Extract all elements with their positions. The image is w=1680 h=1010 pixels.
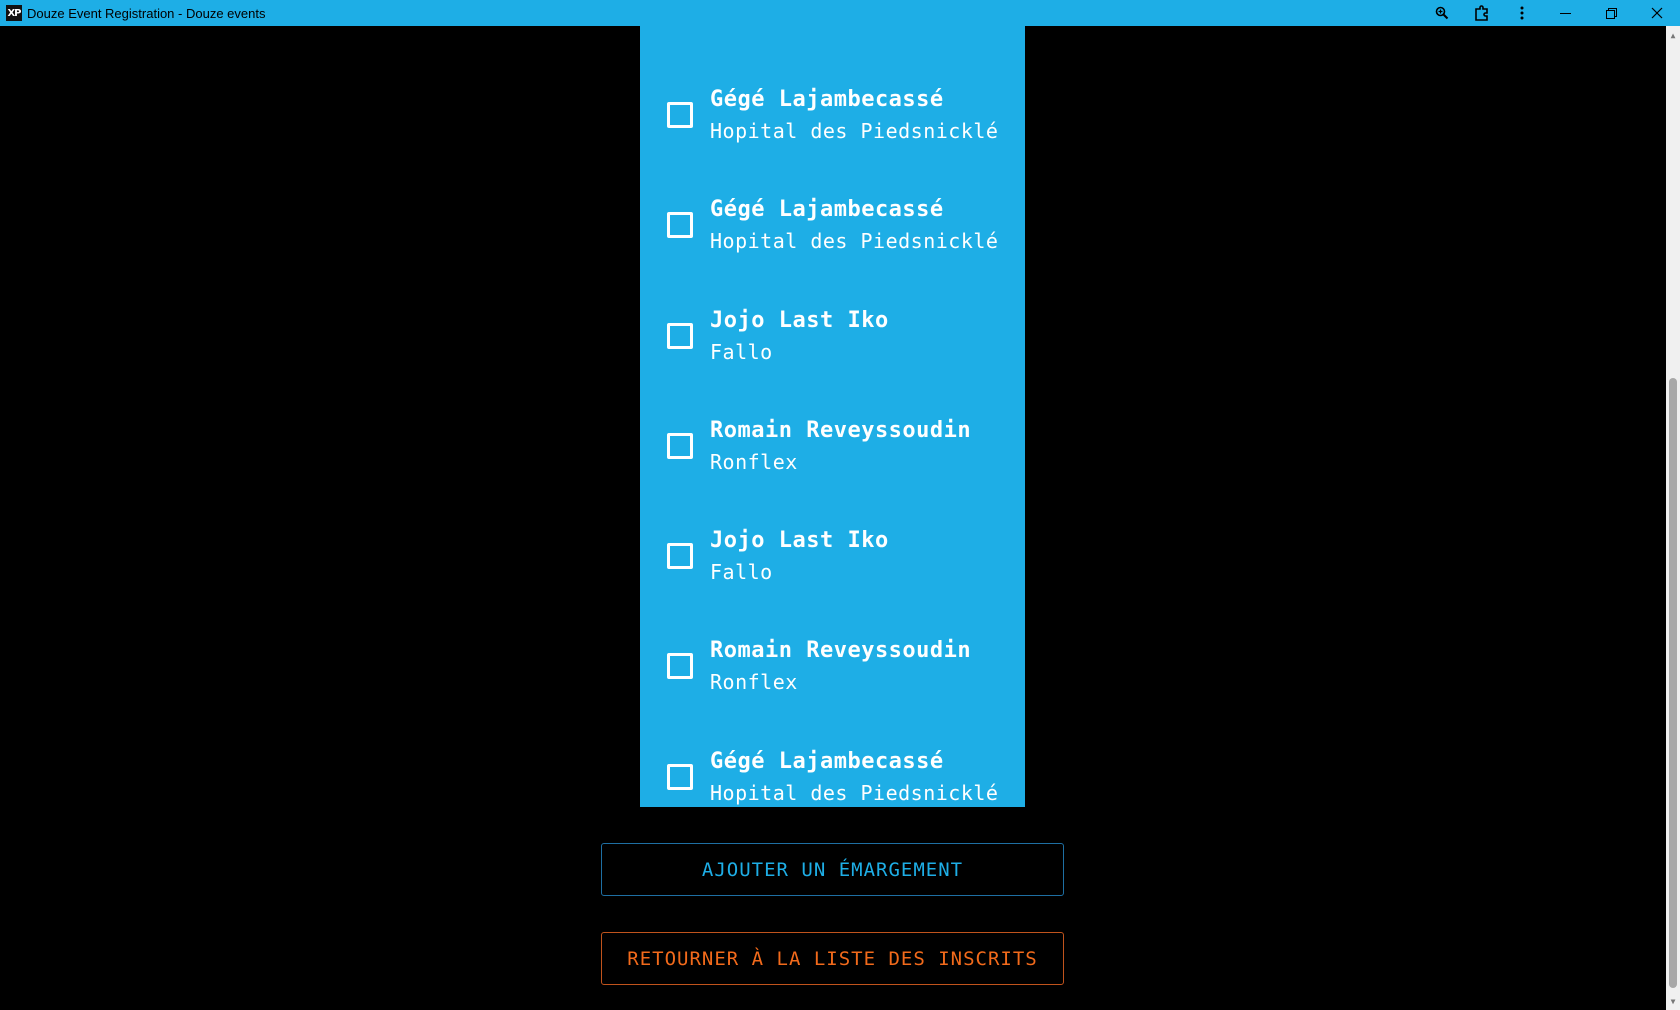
extensions-icon[interactable] [1462, 0, 1502, 26]
attendee-organization: Hopital des Piedsnicklé [710, 229, 999, 253]
attendee-organization: Ronflex [710, 670, 798, 694]
main-content: Gégé Lajambecassé Hopital des Piedsnickl… [0, 26, 1666, 1010]
close-icon[interactable] [1634, 0, 1680, 26]
app-logo-icon: XP [6, 5, 22, 21]
attendee-checkbox[interactable] [667, 212, 693, 238]
list-item[interactable]: Romain Reveyssoudin Ronflex [640, 611, 1025, 721]
attendee-organization: Ronflex [710, 450, 798, 474]
attendee-checkbox[interactable] [667, 102, 693, 128]
attendee-name: Gégé Lajambecassé [710, 87, 944, 112]
list-item[interactable]: Jojo Last Iko Fallo [640, 281, 1025, 391]
list-item[interactable]: Gégé Lajambecassé Hopital des Piedsnickl… [640, 60, 1025, 170]
attendee-organization: Hopital des Piedsnicklé [710, 781, 999, 805]
minimize-icon[interactable] [1542, 0, 1588, 26]
attendee-organization: Hopital des Piedsnicklé [710, 119, 999, 143]
attendee-name: Romain Reveyssoudin [710, 418, 972, 443]
attendee-list: Gégé Lajambecassé Hopital des Piedsnickl… [640, 26, 1025, 807]
attendee-organization: Fallo [710, 340, 773, 364]
kebab-menu-icon[interactable] [1502, 0, 1542, 26]
add-signature-button[interactable]: AJOUTER UN ÉMARGEMENT [601, 843, 1064, 896]
attendee-name: Gégé Lajambecassé [710, 749, 944, 774]
scrollbar-thumb[interactable] [1669, 378, 1677, 988]
attendee-checkbox[interactable] [667, 764, 693, 790]
window-title: Douze Event Registration - Douze events [27, 5, 266, 21]
attendee-checkbox[interactable] [667, 653, 693, 679]
list-item[interactable]: Jojo Last Iko Fallo [640, 501, 1025, 611]
attendee-name: Jojo Last Iko [710, 308, 889, 333]
attendee-name: Jojo Last Iko [710, 528, 889, 553]
restore-icon[interactable] [1588, 0, 1634, 26]
attendee-checkbox[interactable] [667, 323, 693, 349]
scroll-up-icon[interactable]: ▲ [1666, 28, 1680, 42]
attendee-name: Romain Reveyssoudin [710, 638, 972, 663]
attendee-checkbox[interactable] [667, 433, 693, 459]
attendee-name: Gégé Lajambecassé [710, 197, 944, 222]
list-item[interactable]: Romain Reveyssoudin Ronflex [640, 391, 1025, 501]
attendee-organization: Fallo [710, 560, 773, 584]
window-titlebar: XP Douze Event Registration - Douze even… [0, 0, 1680, 26]
scroll-down-icon[interactable]: ▼ [1666, 994, 1680, 1008]
vertical-scrollbar[interactable]: ▲ ▼ [1666, 26, 1680, 1010]
list-item[interactable]: Gégé Lajambecassé Hopital des Piedsnickl… [640, 170, 1025, 280]
attendee-checkbox[interactable] [667, 543, 693, 569]
list-item[interactable]: Gégé Lajambecassé Hopital des Piedsnickl… [640, 722, 1025, 832]
zoom-icon[interactable] [1422, 0, 1462, 26]
back-to-registrants-button[interactable]: RETOURNER À LA LISTE DES INSCRITS [601, 932, 1064, 985]
